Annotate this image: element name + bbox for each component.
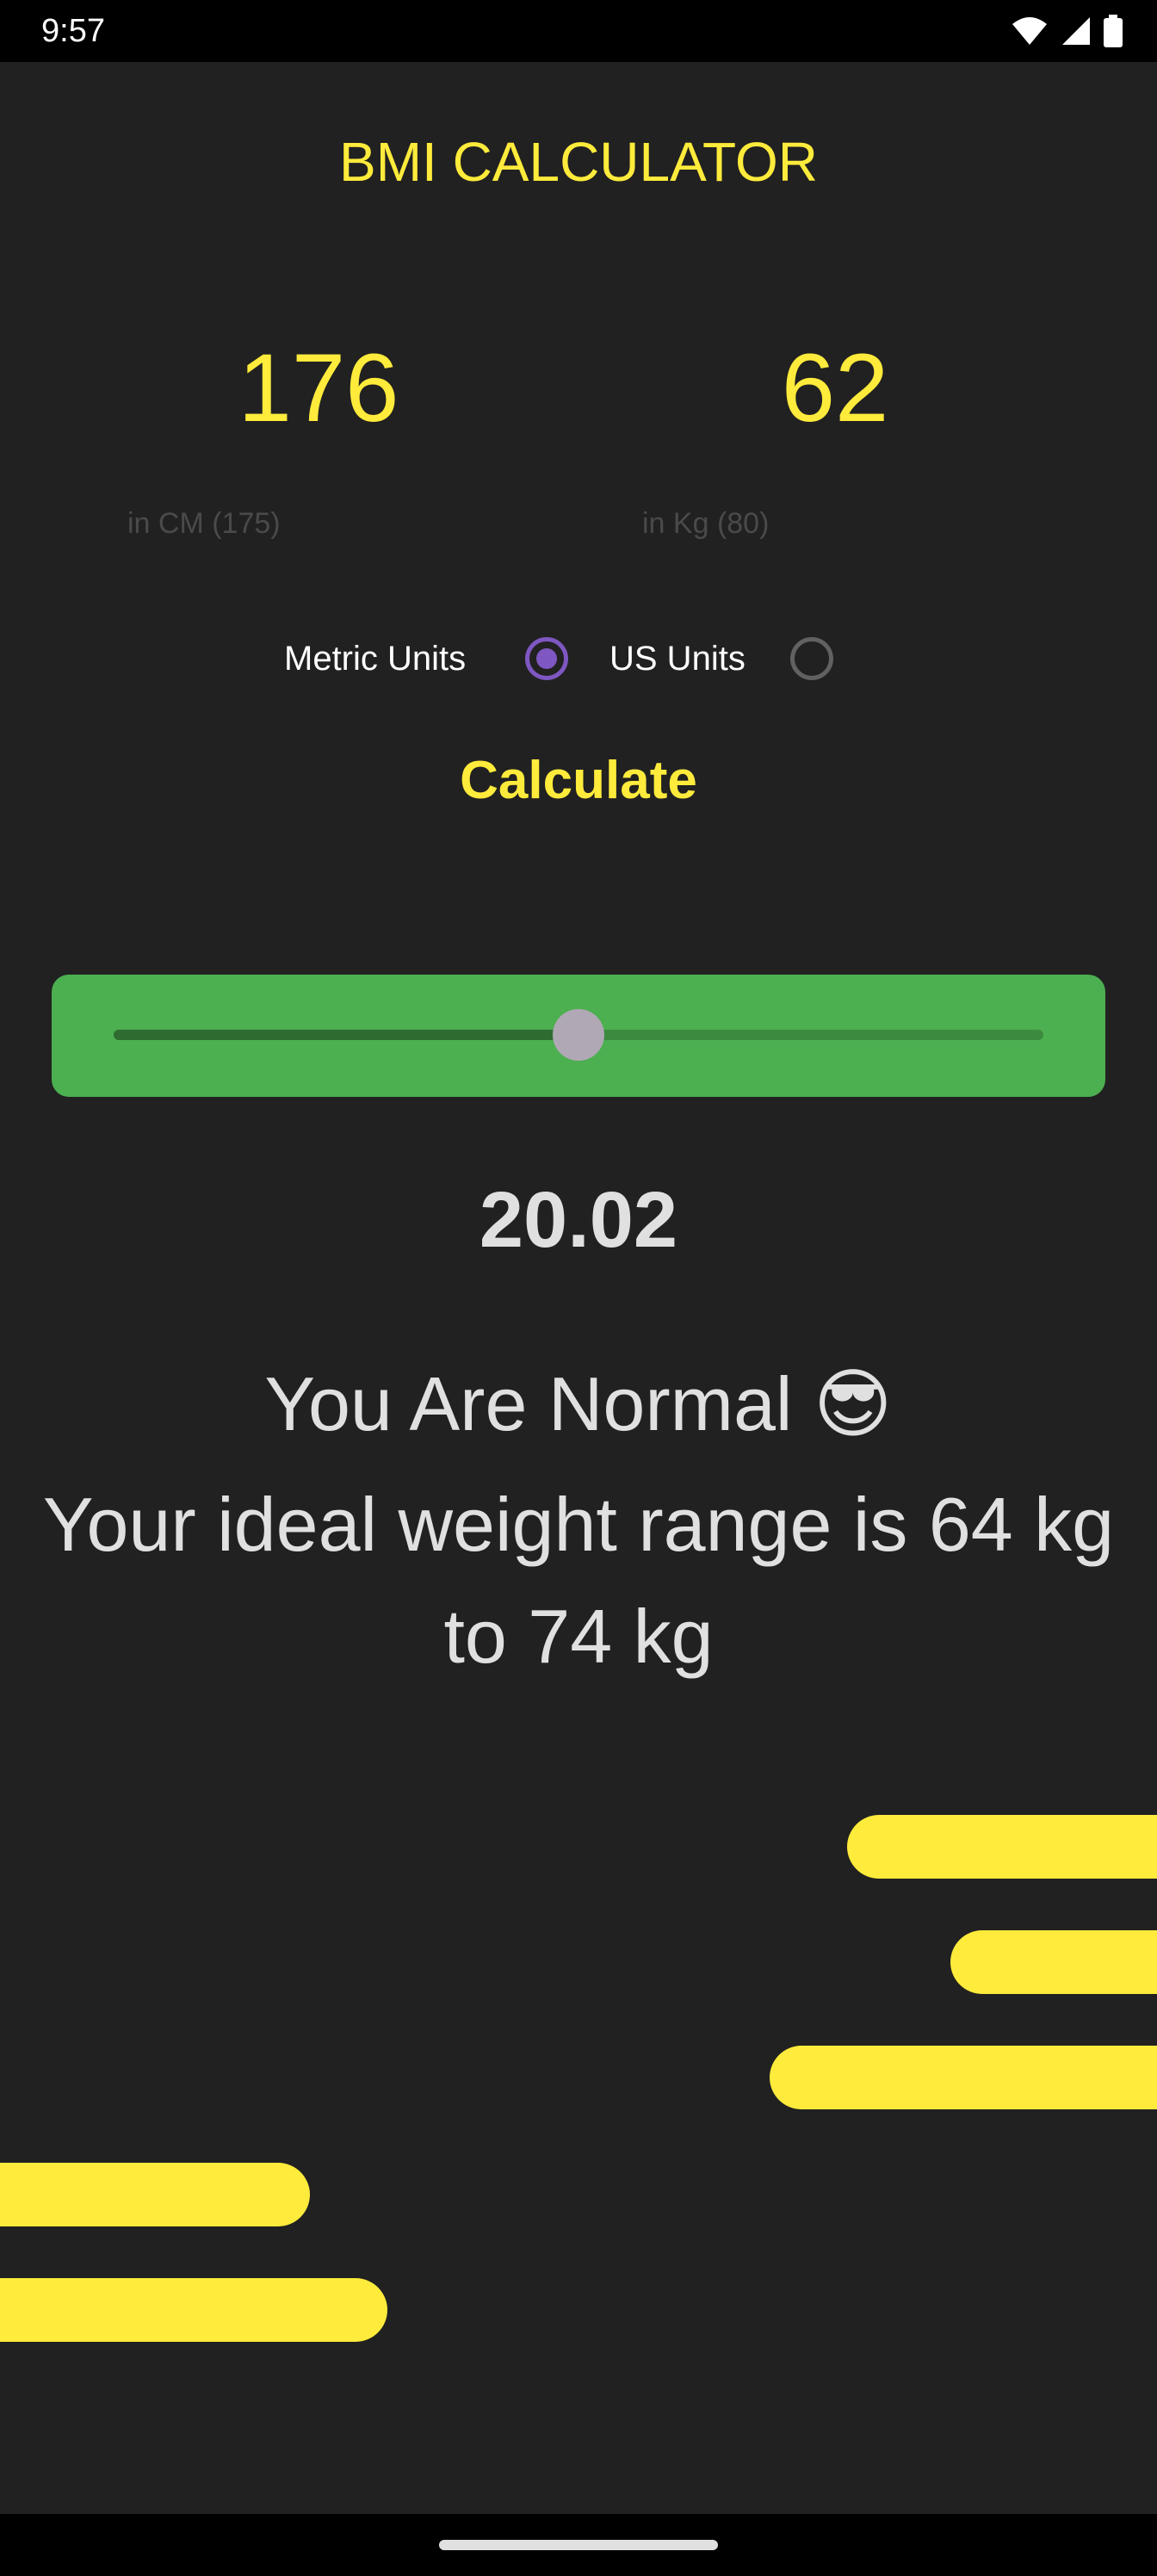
decorative-bar [770, 2046, 1157, 2109]
ideal-weight-range-text: Your ideal weight range is 64 kg to 74 k… [42, 1482, 1115, 1679]
status-icons [1011, 14, 1123, 48]
signal-icon [1062, 17, 1090, 45]
navigation-bar [0, 2514, 1157, 2576]
units-selector: Metric Units US Units [0, 629, 1157, 689]
decorative-bar [950, 1930, 1157, 1994]
wifi-icon [1012, 17, 1047, 45]
bmi-result-card [52, 975, 1105, 1097]
app-title: BMI CALCULATOR [339, 131, 818, 193]
weight-hint: in Kg (80) [642, 507, 770, 540]
status-time: 9:57 [41, 13, 105, 49]
calculate-button[interactable]: Calculate [406, 742, 751, 820]
metric-units-label[interactable]: Metric Units [284, 637, 466, 680]
battery-icon [1104, 15, 1123, 47]
us-units-radio[interactable] [790, 637, 833, 680]
decorative-bar [847, 1815, 1157, 1879]
radio-selected-dot [536, 648, 557, 669]
bmi-value: 20.02 [479, 1176, 678, 1264]
us-units-label[interactable]: US Units [609, 637, 746, 680]
decorative-bar [0, 2163, 310, 2226]
bmi-slider-thumb[interactable] [553, 1009, 604, 1061]
bmi-slider-fill [114, 1030, 578, 1040]
home-gesture-handle[interactable] [439, 2540, 718, 2550]
height-input[interactable] [145, 327, 492, 449]
weight-input[interactable] [661, 327, 1009, 449]
metric-units-radio[interactable] [525, 637, 568, 680]
bmi-status-text: You Are Normal 😎 [264, 1361, 893, 1446]
status-bar: 9:57 [0, 0, 1157, 62]
height-hint: in CM (175) [127, 507, 281, 540]
decorative-bar [0, 2278, 387, 2342]
